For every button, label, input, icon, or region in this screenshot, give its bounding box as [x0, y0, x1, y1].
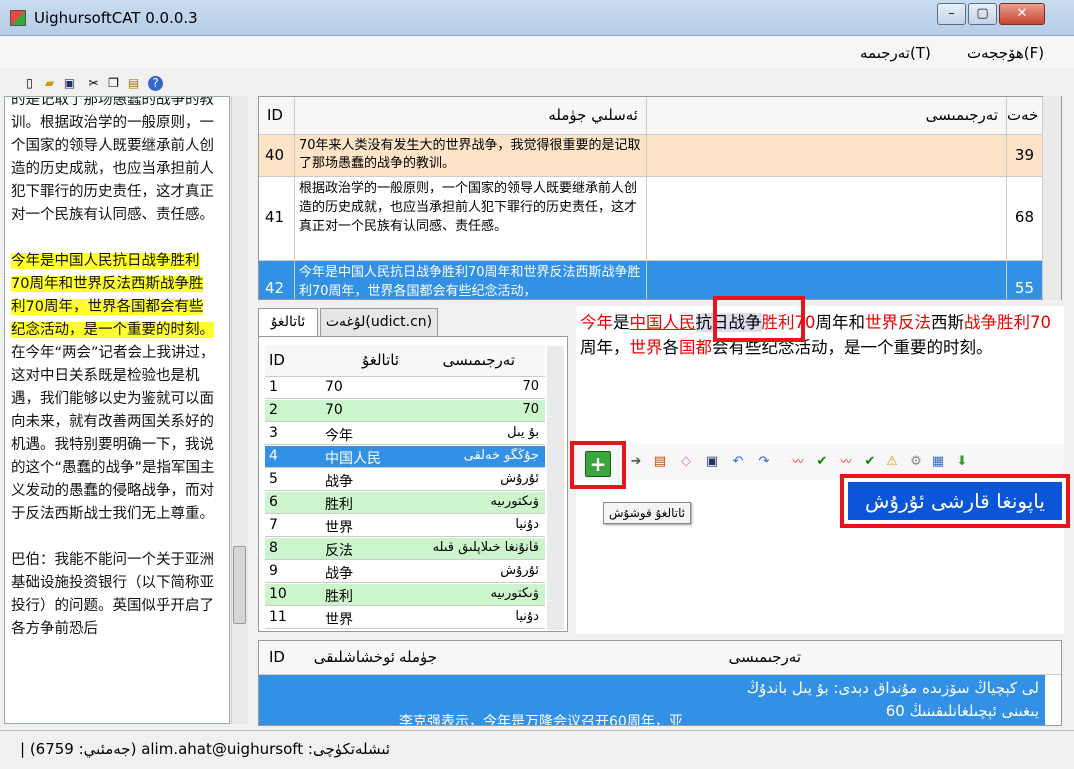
source-toolbar: ▯ ▰ ▣ ✂ ❐ ▤ ?	[10, 72, 240, 96]
target-cell[interactable]	[647, 261, 1007, 299]
export-icon[interactable]: ▦	[928, 452, 948, 472]
editor-text-segment: 国都	[679, 338, 712, 357]
tab-glossary[interactable]: ئاتالغۇ	[258, 308, 318, 338]
callout-text: ياپونغا قارشى ئۇرۇش	[848, 482, 1062, 520]
editor-source-text: 今年是中国人民抗日战争胜利70周年和世界反法西斯战争胜利70周年，世界各国都会有…	[580, 310, 1060, 360]
header-source[interactable]: ئەسلىي جۈملە	[295, 97, 647, 134]
source-cell[interactable]: 根据政治学的一般原则，一个国家的领导人既要继承前人创造的历史成就，也应当承担前人…	[295, 177, 647, 260]
save-segment-icon[interactable]: ▣	[702, 452, 722, 472]
next-icon[interactable]: ➜	[626, 452, 646, 472]
glossary-grid: ID ئاتالغۇ تەرجىمىسى 1 70 70 2 70 70 3 今年 بۇ يىل…	[258, 336, 568, 632]
tab-udict[interactable]: لۇغەت(udict.cn)	[320, 308, 438, 336]
glossary-row[interactable]: 3 今年 بۇ يىل	[265, 423, 545, 445]
window-title: UighursoftCAT 0.0.0.3	[34, 9, 198, 27]
app-icon	[10, 10, 26, 26]
source-cell[interactable]: 70年来人类没有发生大的世界战争，我觉得很重要的是记取了那场愚蠢的战争的教训。	[295, 135, 647, 176]
glossary-row[interactable]: 10 胜利 ۋىكتورىيە	[265, 584, 545, 606]
table-row[interactable]: 41 根据政治学的一般原则，一个国家的领导人既要继承前人创造的历史成就，也应当承…	[259, 177, 1043, 261]
editor-text-segment: 周年，	[580, 338, 630, 357]
paste-icon[interactable]: ▤	[126, 76, 141, 91]
grid-scrollbar[interactable]	[1043, 96, 1061, 300]
editor-text-segment: 西斯	[931, 313, 964, 332]
eraser-icon[interactable]: ◇	[676, 452, 696, 472]
source-cell[interactable]: 今年是中国人民抗日战争胜利70周年和世界反法西斯战争胜利70周年，世界各国都会有…	[295, 261, 647, 299]
save-icon[interactable]: ▣	[62, 76, 77, 91]
term-translation-callout: ياپونغا قارشى ئۇرۇش	[840, 474, 1070, 528]
glossary-row[interactable]: 6 胜利 ۋىكتورىيە	[265, 492, 545, 514]
new-file-icon[interactable]: ▯	[22, 76, 37, 91]
help-icon[interactable]: ?	[148, 76, 163, 91]
translation-editor[interactable]: 今年是中国人民抗日战争胜利70周年和世界反法西斯战争胜利70周年，世界各国都会有…	[576, 306, 1064, 444]
table-row[interactable]: 40 70年来人类没有发生大的世界战争，我觉得很重要的是记取了那场愚蠢的战争的教…	[259, 135, 1043, 177]
status-bar: | (6759 :جەمئىي) alim.ahat@uighursoft :ئ…	[0, 730, 1074, 769]
editor-text-segment: 今年	[580, 313, 613, 332]
source-paragraph: 今年是中国人民抗日战争胜利70周年和世界反法西斯战争胜利70周年，世界各国都会有…	[11, 253, 215, 522]
glossary-row[interactable]: 5 战争 ئۇرۇش	[265, 469, 545, 491]
lookup-tabs: ئاتالغۇ لۇغەت(udict.cn)	[258, 308, 574, 338]
menu-file[interactable]: هۆججەت(F)	[967, 44, 1044, 62]
target-cell[interactable]	[647, 135, 1007, 176]
header-id[interactable]: ID	[259, 97, 295, 134]
gear-icon[interactable]: ⚙	[906, 452, 926, 472]
glossary-header: ID ئاتالغۇ تەرجىمىسى	[265, 345, 545, 377]
glossary-row[interactable]: 11 世界 دۇنيا	[265, 607, 545, 629]
glossary-row[interactable]: 9 战争 ئۇرۇش	[265, 561, 545, 583]
cut-icon[interactable]: ✂	[86, 76, 101, 91]
target-cell[interactable]	[647, 177, 1007, 260]
check-icon[interactable]: ✔	[812, 452, 832, 472]
minimize-button[interactable]: –	[937, 3, 966, 25]
insert-row-icon[interactable]: ▤	[650, 452, 670, 472]
glossary-scrollbar[interactable]	[547, 346, 564, 630]
copy-icon[interactable]: ❐	[106, 76, 121, 91]
source-text-pane[interactable]: 的是记取了那场愚蠢的战争的教训。根据政治学的一般原则，一个国家的领导人既要继承前…	[4, 96, 230, 724]
open-folder-icon[interactable]: ▰	[42, 76, 57, 91]
title-bar: UighursoftCAT 0.0.0.3 – ▢ ✕	[0, 0, 1074, 36]
editor-text-segment: 中国人民	[629, 313, 696, 332]
editor-text-segment: 战争胜利70	[964, 313, 1051, 332]
glossary-row[interactable]: 7 世界 دۇنيا	[265, 515, 545, 537]
editor-text-segment: 是	[613, 313, 630, 332]
tm-header: ID ئوخشاشلىقى جۈملە تەرجىمىسى	[259, 641, 1061, 675]
close-button[interactable]: ✕	[999, 3, 1045, 25]
menu-translation[interactable]: تەرجىمە(T)	[860, 44, 931, 62]
tm-grid: ID ئوخشاشلىقى جۈملە تەرجىمىسى 李克强表示，今年是万…	[258, 640, 1062, 726]
check-arabic-icon[interactable]: ✔	[860, 452, 880, 472]
table-row-selected[interactable]: 42 今年是中国人民抗日战争胜利70周年和世界反法西斯战争胜利70周年，世界各国…	[259, 261, 1043, 299]
editor-text-segment: 周年和	[815, 313, 866, 332]
add-term-button[interactable]: +	[585, 451, 611, 477]
menu-bar: هۆججەت(F) تەرجىمە(T)	[0, 36, 1074, 68]
spellcheck-arabic-icon[interactable]: 〰	[836, 452, 856, 472]
warning-icon[interactable]: ⚠	[882, 452, 902, 472]
spellcheck-icon[interactable]: 〰	[788, 452, 808, 472]
source-paragraph: 的是记取了那场愚蠢的战争的教训。根据政治学的一般原则，一个国家的领导人既要继承前…	[11, 96, 214, 223]
source-scrollbar[interactable]	[231, 96, 248, 724]
header-target[interactable]: تەرجىمىسى	[647, 97, 1007, 134]
glossary-row[interactable]: 4 中国人民 جۇڭگو خەلقى	[265, 446, 545, 468]
glossary-row[interactable]: 1 70 70	[265, 377, 545, 399]
tm-row[interactable]: 李克强表示，今年是万隆会议召开60周年，亚 لى كېچياڭ سۆزىدە م…	[259, 675, 1045, 725]
download-icon[interactable]: ⬇	[952, 452, 972, 472]
glossary-row[interactable]: 2 70 70	[265, 400, 545, 422]
source-paragraph: 巴伯：我能不能问一个关于亚洲基础设施投资银行（以下简称亚投行）的问题。英国似乎开…	[11, 552, 214, 637]
header-chars[interactable]: خەت	[1007, 97, 1043, 134]
source-scroll-thumb[interactable]	[233, 546, 246, 624]
editor-text-segment: 世界	[629, 338, 663, 357]
undo-icon[interactable]: ↶	[728, 452, 748, 472]
term-highlight-box	[713, 296, 805, 342]
editor-text-segment: 各	[662, 338, 680, 357]
maximize-button[interactable]: ▢	[968, 3, 997, 25]
editor-text-segment: 世界反法	[865, 313, 931, 332]
current-sentence-highlight: 今年是中国人民抗日战争胜利70周年和世界反法西斯战争胜利70周年，世界各国都会有…	[11, 253, 214, 338]
redo-icon[interactable]: ↷	[754, 452, 774, 472]
glossary-row[interactable]: 8 反法 قانۇنغا خىلاپلىق قىلە	[265, 538, 545, 560]
status-text: | (6759 :جەمئىي) alim.ahat@uighursoft :ئ…	[20, 740, 391, 758]
grid-header: ID ئەسلىي جۈملە تەرجىمىسى خەت	[259, 97, 1043, 135]
add-term-tooltip: ئاتالغۇ قوشۇش	[603, 502, 691, 524]
segment-grid: ID ئەسلىي جۈملە تەرجىمىسى خەت 40 70年来人类没…	[258, 96, 1062, 300]
